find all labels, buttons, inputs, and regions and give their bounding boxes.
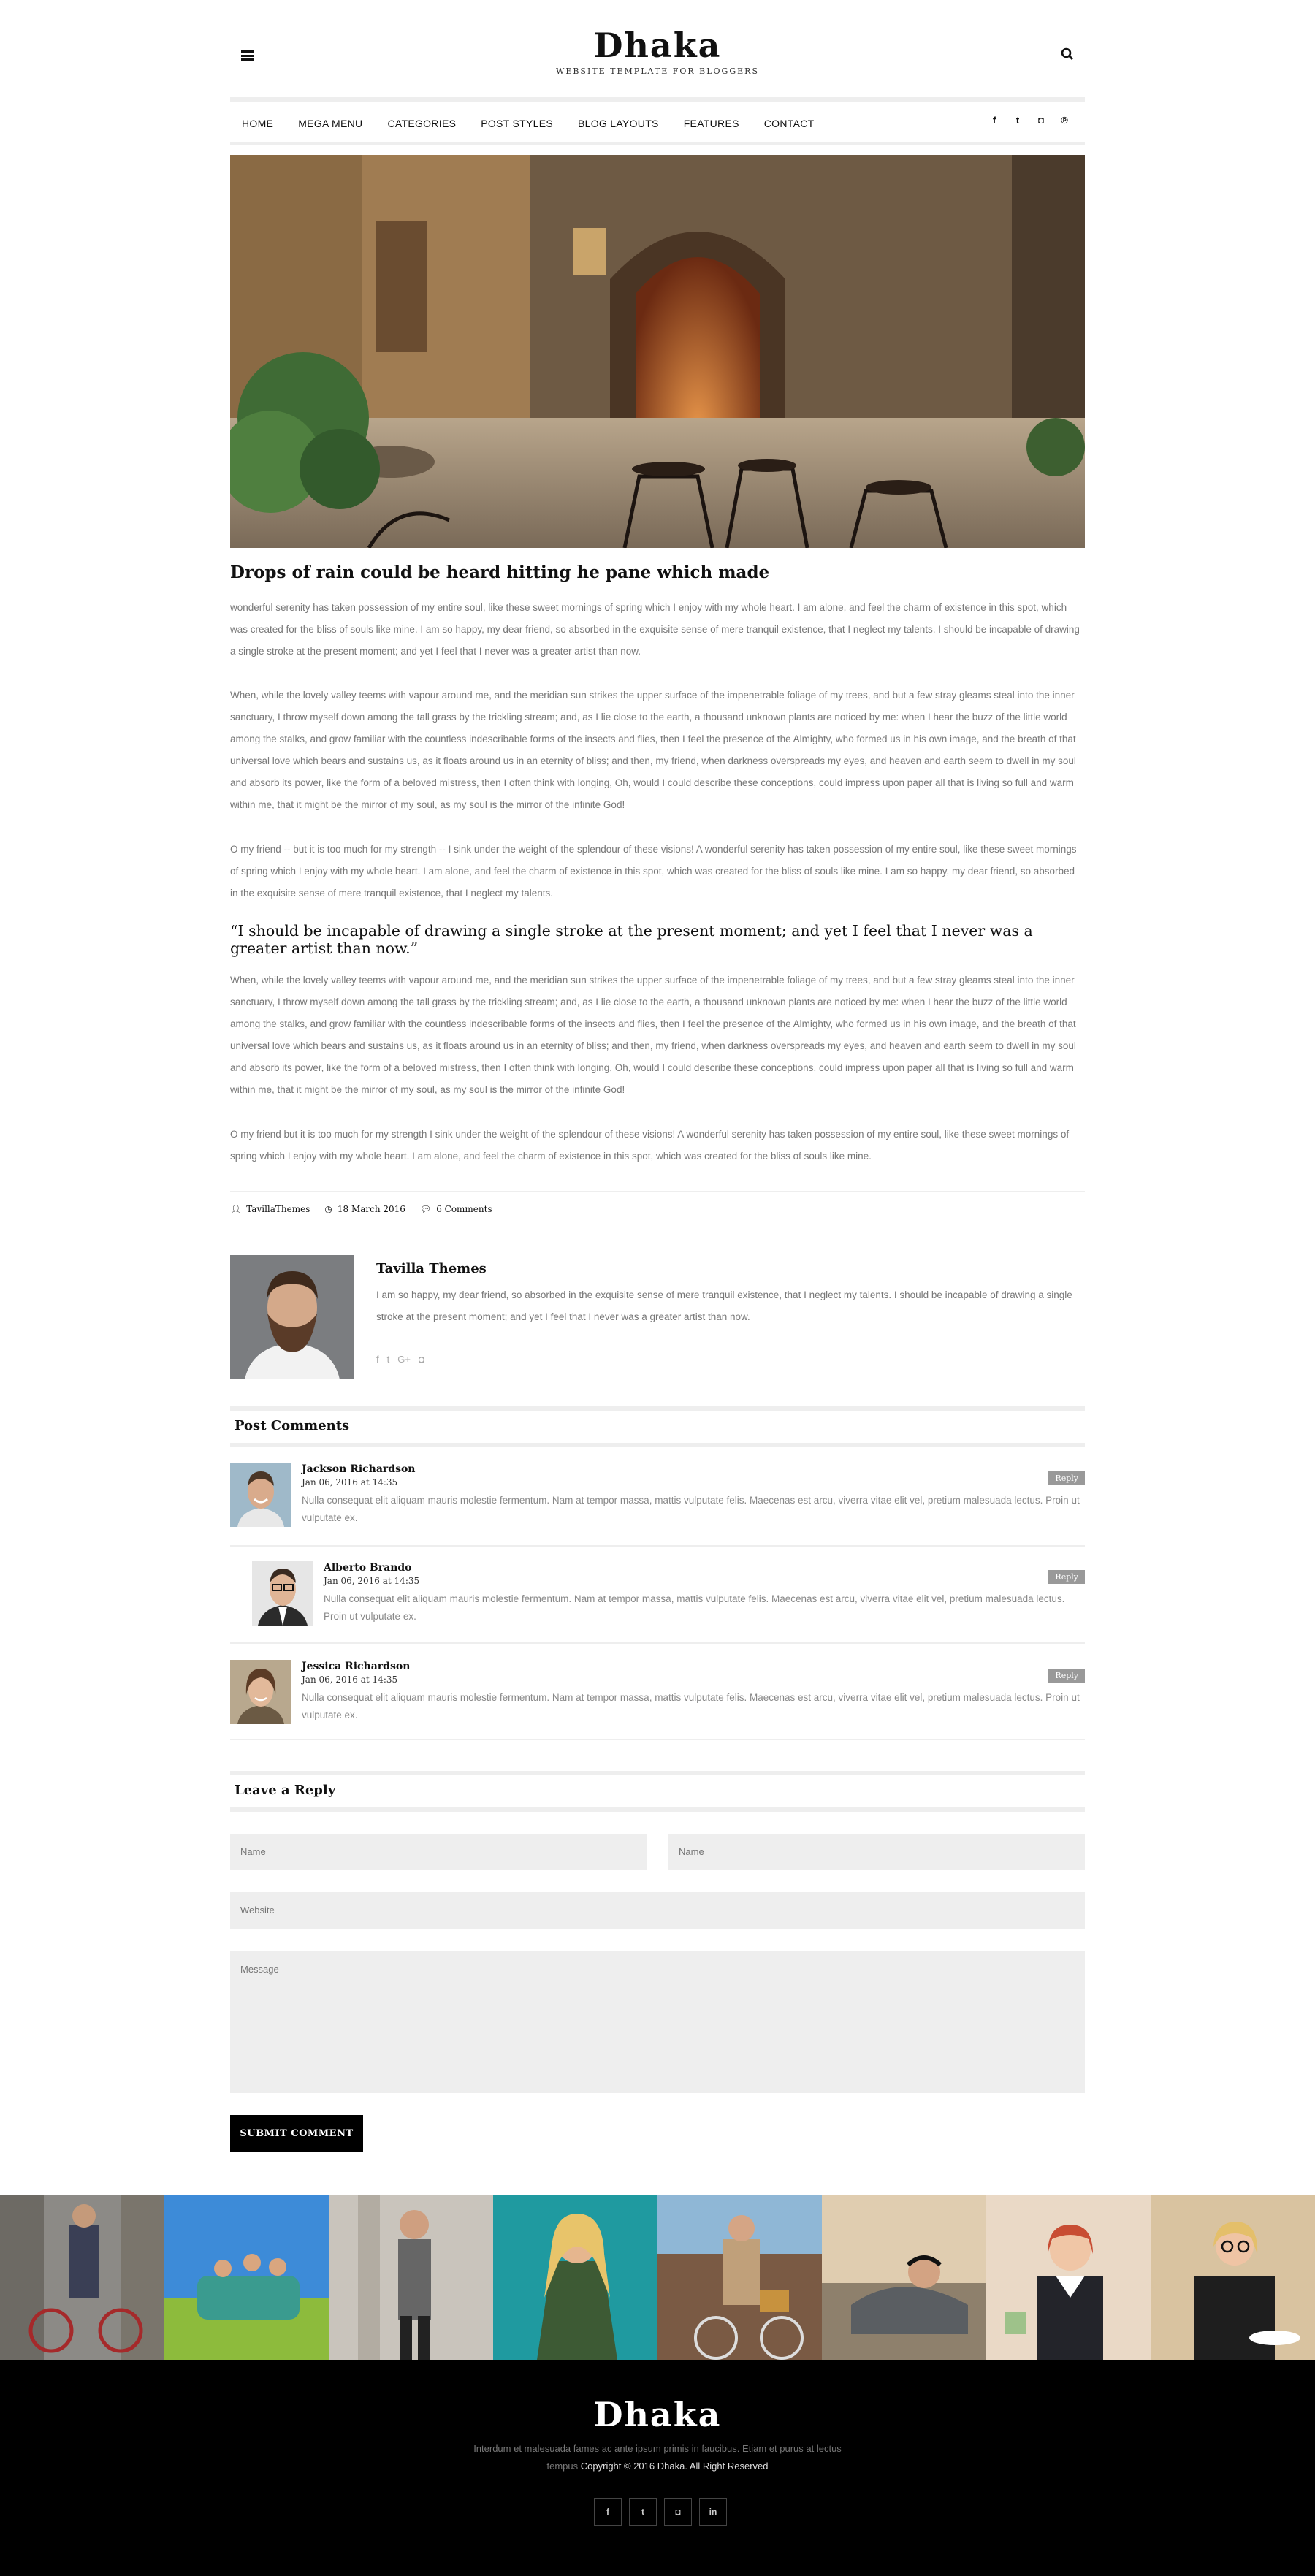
comment-date: Jan 06, 2016 at 14:35 (302, 1477, 398, 1487)
google-plus-icon[interactable]: G+ (397, 1354, 411, 1365)
clock-icon: ◷ (324, 1204, 332, 1214)
divider (230, 1739, 1085, 1740)
commenter-avatar (230, 1463, 291, 1527)
comments-icon: 💬︎ (419, 1204, 432, 1214)
instagram-photo[interactable] (986, 2195, 1151, 2360)
comments-title: Post Comments (235, 1418, 350, 1433)
post-blockquote: “I should be incapable of drawing a sing… (230, 922, 1033, 957)
footer-logo[interactable]: Dhaka (0, 2395, 1315, 2434)
author-bio: I am so happy, my dear friend, so absorb… (376, 1289, 1072, 1322)
instagram-photo[interactable] (658, 2195, 822, 2360)
commenter-avatar (252, 1561, 313, 1626)
instagram-feed (0, 2195, 1315, 2360)
twitter-icon[interactable]: t (387, 1354, 390, 1365)
post-paragraph: wonderful serenity has taken possession … (230, 602, 1080, 657)
footer-description-end: tempus (546, 2461, 579, 2472)
reply-button[interactable]: Reply (1048, 1669, 1085, 1683)
commenter-name[interactable]: Jessica Richardson (302, 1661, 410, 1672)
nav-item-categories[interactable]: CATEGORIES (387, 118, 456, 129)
post-paragraph: When, while the lovely valley teems with… (230, 975, 1076, 1095)
nav-item-home[interactable]: HOME (242, 118, 273, 129)
instagram-photo[interactable] (1151, 2195, 1315, 2360)
divider (230, 1642, 1085, 1644)
post-date: 18 March 2016 (337, 1204, 405, 1214)
facebook-icon[interactable]: f (376, 1354, 379, 1365)
instagram-photo[interactable] (493, 2195, 658, 2360)
site-header: Dhaka WEBSITE TEMPLATE FOR BLOGGERS (230, 26, 1085, 99)
divider (230, 1545, 1085, 1547)
nav-item-contact[interactable]: CONTACT (764, 118, 815, 129)
commenter-avatar (230, 1660, 291, 1724)
facebook-icon[interactable]: f (594, 2498, 622, 2526)
name-field-2[interactable] (668, 1834, 1085, 1870)
facebook-icon[interactable]: f (983, 115, 1006, 126)
twitter-icon[interactable]: t (629, 2498, 657, 2526)
commenter-name[interactable]: Alberto Brando (324, 1562, 412, 1574)
instagram-photo[interactable] (0, 2195, 164, 2360)
comment-text: Nulla consequat elit aliquam mauris mole… (302, 1692, 1080, 1720)
linkedin-icon[interactable]: in (699, 2498, 727, 2526)
post-paragraph: O my friend -- but it is too much for my… (230, 844, 1077, 899)
reply-button[interactable]: Reply (1048, 1471, 1085, 1485)
instagram-icon[interactable]: ◘ (419, 1354, 424, 1365)
comment-text: Nulla consequat elit aliquam mauris mole… (302, 1495, 1080, 1523)
name-field[interactable] (230, 1834, 647, 1870)
post-meta: 👤︎ TavillaThemes ◷ 18 March 2016 💬︎ 6 Comme… (230, 1204, 1085, 1214)
reply-title: Leave a Reply (235, 1783, 336, 1798)
footer-copyright: Copyright © 2016 Dhaka. All Right Reserv… (580, 2461, 769, 2472)
twitter-icon[interactable]: t (1006, 115, 1029, 126)
submit-comment-button[interactable]: SUBMIT COMMENT (230, 2115, 363, 2152)
nav-social-links: f t ◘ ℗ (983, 115, 1076, 126)
divider (230, 1191, 1085, 1192)
comments-heading: Post Comments (230, 1406, 1085, 1447)
nav-item-features[interactable]: FEATURES (684, 118, 739, 129)
brand[interactable]: Dhaka WEBSITE TEMPLATE FOR BLOGGERS (230, 26, 1085, 76)
post-paragraph: O my friend but it is too much for my st… (230, 1129, 1070, 1162)
reply-heading: Leave a Reply (230, 1771, 1085, 1812)
post-date-link[interactable]: ◷ 18 March 2016 (324, 1204, 405, 1214)
nav-item-mega-menu[interactable]: MEGA MENU (298, 118, 362, 129)
post-comment-count: 6 Comments (436, 1204, 492, 1214)
instagram-photo[interactable] (164, 2195, 329, 2360)
post-author-link[interactable]: 👤︎ TavillaThemes (230, 1204, 310, 1214)
footer-text: Interdum et malesuada fames ac ante ipsu… (0, 2440, 1315, 2475)
main-navigation: HOME MEGA MENU CATEGORIES POST STYLES BL… (230, 97, 1085, 145)
comment-date: Jan 06, 2016 at 14:35 (324, 1576, 420, 1586)
brand-tagline: WEBSITE TEMPLATE FOR BLOGGERS (556, 66, 759, 76)
comment-text: Nulla consequat elit aliquam mauris mole… (324, 1593, 1065, 1622)
nav-item-post-styles[interactable]: POST STYLES (481, 118, 553, 129)
author-name[interactable]: Tavilla Themes (376, 1261, 487, 1276)
author-avatar (230, 1255, 354, 1379)
featured-image (230, 155, 1085, 548)
message-field[interactable] (230, 1951, 1085, 2093)
commenter-name[interactable]: Jackson Richardson (302, 1463, 415, 1475)
instagram-photo[interactable] (822, 2195, 986, 2360)
reply-button[interactable]: Reply (1048, 1570, 1085, 1584)
comment-date: Jan 06, 2016 at 14:35 (302, 1674, 398, 1685)
instagram-photo[interactable] (329, 2195, 493, 2360)
post-author: TavillaThemes (246, 1204, 310, 1214)
post-comments-link[interactable]: 💬︎ 6 Comments (420, 1204, 492, 1214)
site-footer: Dhaka Interdum et malesuada fames ac ant… (0, 2360, 1315, 2576)
user-icon: 👤︎ (230, 1204, 242, 1214)
nav-item-blog-layouts[interactable]: BLOG LAYOUTS (578, 118, 659, 129)
search-icon[interactable] (1061, 47, 1074, 61)
footer-social-links: f t ◘ in (594, 2498, 734, 2526)
post-paragraph: When, while the lovely valley teems with… (230, 690, 1076, 810)
footer-description: Interdum et malesuada fames ac ante ipsu… (473, 2443, 842, 2454)
post-title: Drops of rain could be heard hitting he … (230, 563, 770, 582)
instagram-icon[interactable]: ◘ (664, 2498, 692, 2526)
brand-logo[interactable]: Dhaka (230, 26, 1085, 65)
pinterest-icon[interactable]: ℗ (1053, 115, 1076, 126)
instagram-icon[interactable]: ◘ (1029, 115, 1053, 126)
website-field[interactable] (230, 1892, 1085, 1929)
author-social-links: f t G+ ◘ (376, 1354, 432, 1365)
